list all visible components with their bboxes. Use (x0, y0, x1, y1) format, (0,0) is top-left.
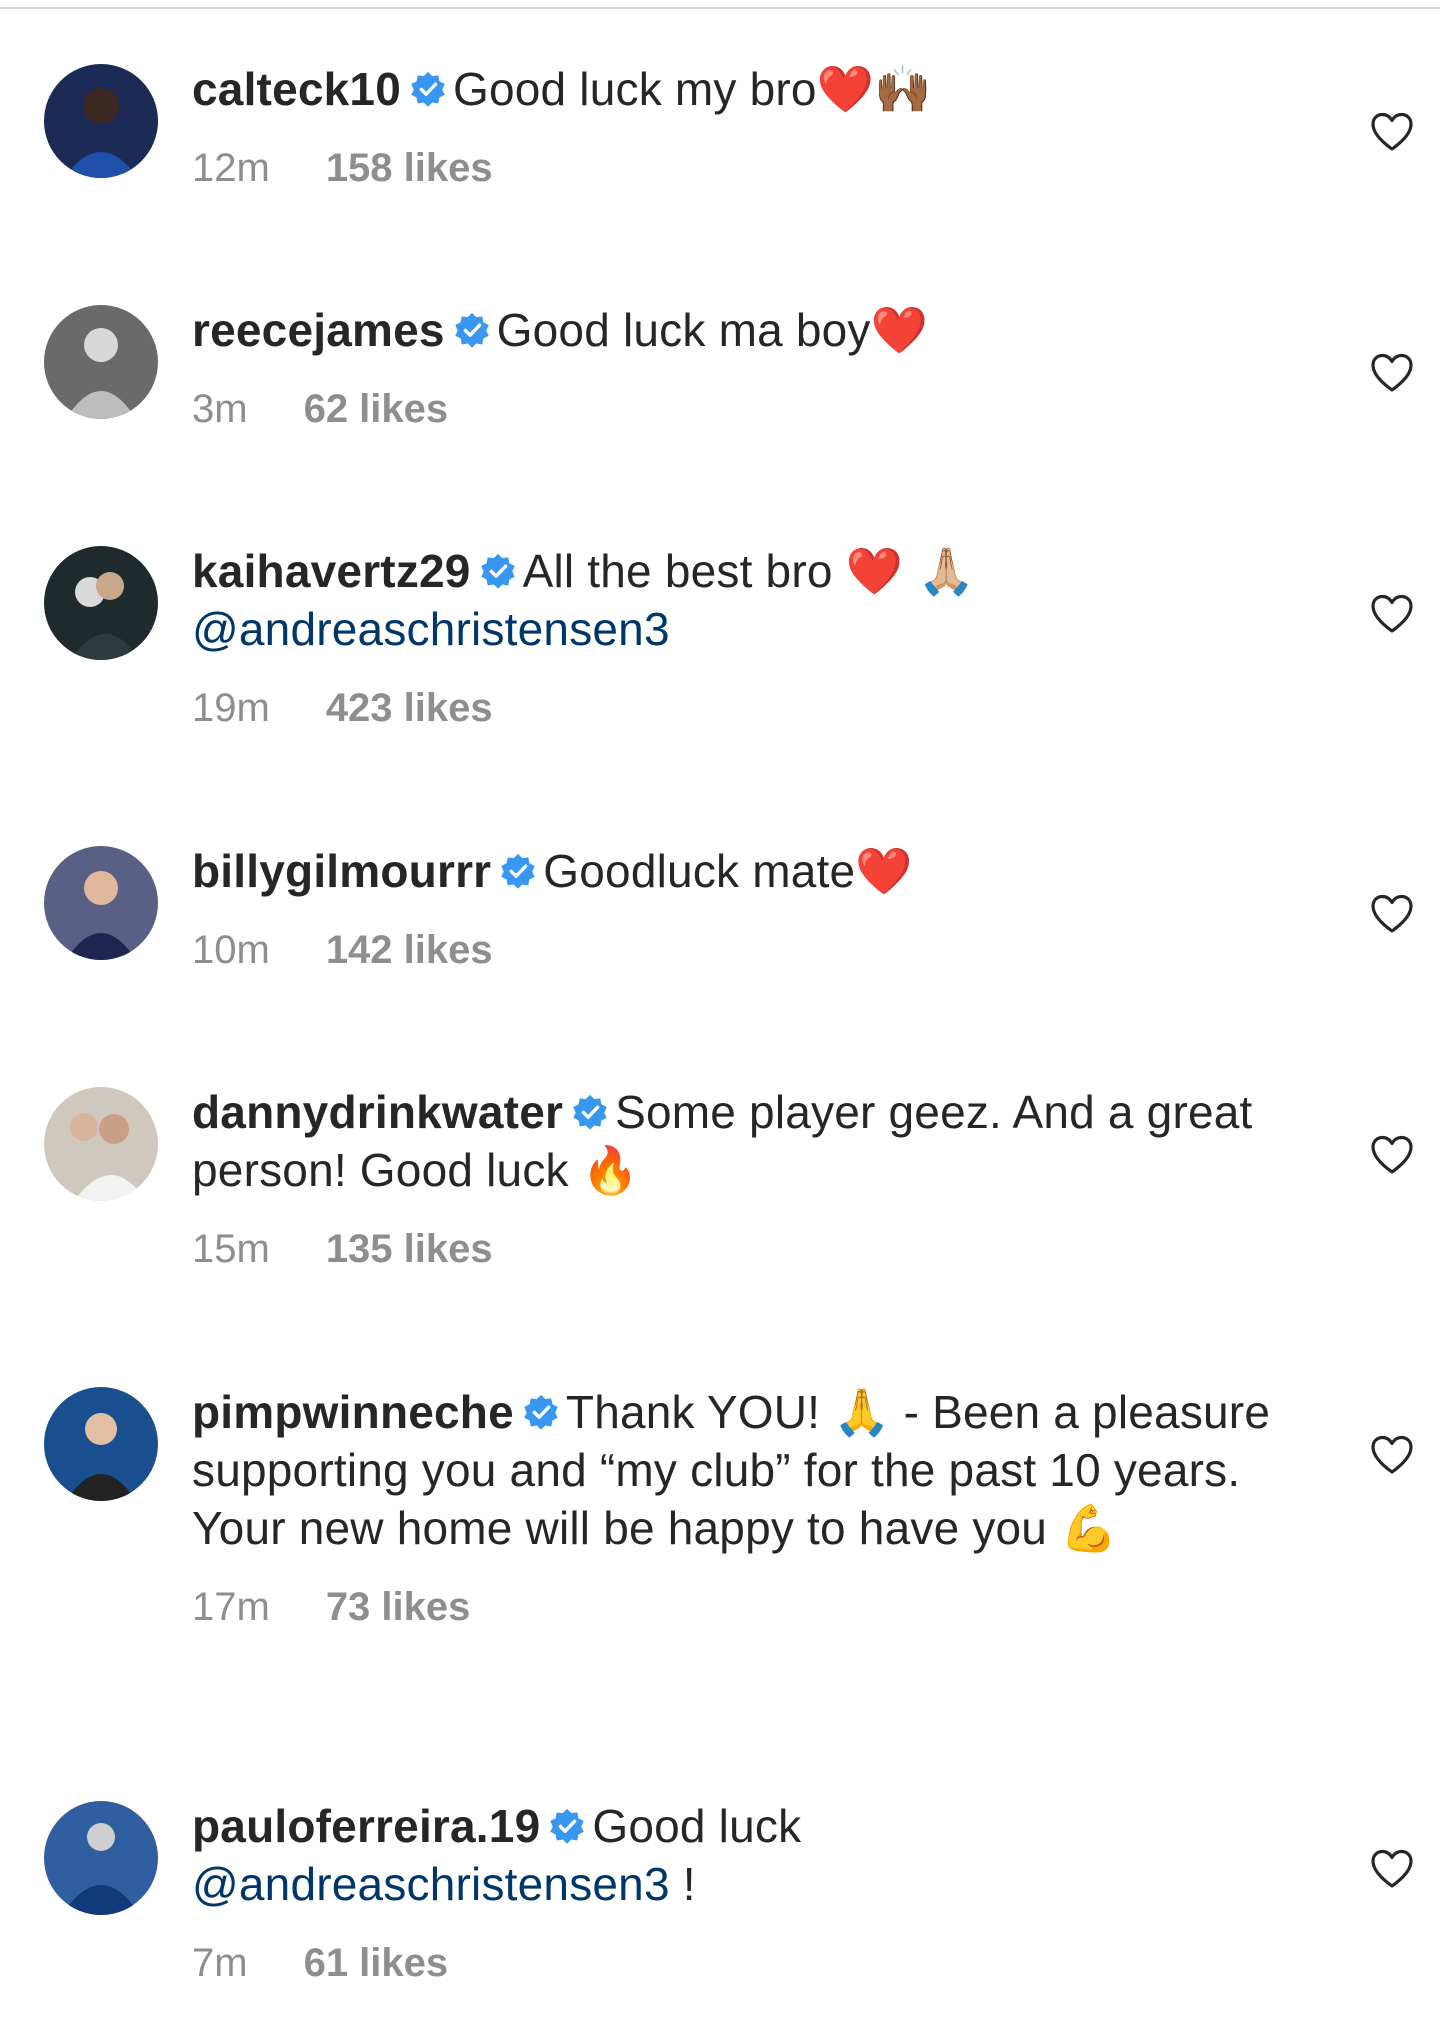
comment-emoji: ❤️ 🙏🏼 (845, 544, 976, 598)
comment-text: Good luck (592, 1800, 802, 1852)
comment-emoji: ❤️ (855, 844, 913, 898)
heart-outline-icon[interactable] (1370, 894, 1414, 934)
comment-username[interactable]: calteck10 (192, 63, 401, 115)
comment-username[interactable]: kaihavertz29 (192, 545, 471, 597)
comment-username[interactable]: pimpwinneche (192, 1386, 514, 1438)
comment-time: 12m (192, 146, 270, 190)
likes-count[interactable]: 135 likes (326, 1227, 493, 1271)
top-divider (0, 7, 1440, 9)
heart-outline-icon[interactable] (1370, 594, 1414, 634)
verified-badge-icon (573, 1094, 607, 1130)
avatar[interactable] (44, 305, 158, 419)
avatar[interactable] (44, 546, 158, 660)
heart-outline-icon[interactable] (1370, 1435, 1414, 1475)
avatar[interactable] (44, 1801, 158, 1915)
comment-time: 3m (192, 387, 248, 431)
likes-count[interactable]: 62 likes (304, 387, 449, 431)
comment-username[interactable]: pauloferreira.19 (192, 1800, 540, 1852)
comment-username[interactable]: dannydrinkwater (192, 1086, 563, 1138)
avatar[interactable] (44, 1387, 158, 1501)
comment-time: 17m (192, 1585, 270, 1629)
likes-count[interactable]: 158 likes (326, 146, 493, 190)
comment-time: 10m (192, 928, 270, 972)
comment-emoji: 🔥 (581, 1143, 640, 1197)
comment-time: 19m (192, 686, 270, 730)
comment-text: Goodluck mate (543, 845, 856, 897)
comment-emoji: 💪 (1060, 1501, 1118, 1555)
comment-text: Good luck my bro (452, 63, 817, 115)
verified-badge-icon (411, 71, 445, 107)
mention-link[interactable]: @andreaschristensen3 (192, 603, 670, 655)
comment-text: All the best bro (522, 545, 846, 597)
verified-badge-icon (524, 1394, 558, 1430)
comment-time: 15m (192, 1227, 270, 1271)
heart-outline-icon[interactable] (1370, 1849, 1414, 1889)
comment-username[interactable]: reecejames (192, 304, 445, 356)
verified-badge-icon (550, 1808, 585, 1844)
avatar[interactable] (44, 846, 158, 960)
avatar[interactable] (44, 1087, 158, 1201)
verified-badge-icon (501, 853, 536, 889)
avatar[interactable] (44, 64, 158, 178)
comment-suffix: ! (669, 1858, 696, 1910)
mention-link[interactable]: @andreaschristensen3 (192, 1858, 670, 1910)
likes-count[interactable]: 423 likes (326, 686, 493, 730)
heart-outline-icon[interactable] (1370, 1135, 1414, 1175)
comment-emoji: ❤️ (870, 303, 929, 357)
heart-outline-icon[interactable] (1370, 353, 1414, 393)
verified-badge-icon (454, 312, 489, 348)
verified-badge-icon (480, 553, 515, 589)
likes-count[interactable]: 142 likes (326, 928, 493, 972)
likes-count[interactable]: 73 likes (326, 1585, 471, 1629)
comment-username[interactable]: billygilmourrr (192, 845, 491, 897)
comment-emoji: ❤️🙌🏾 (816, 62, 932, 116)
comment-time: 7m (192, 1941, 248, 1985)
heart-outline-icon[interactable] (1370, 112, 1414, 152)
likes-count[interactable]: 61 likes (304, 1941, 449, 1985)
comment-text: Good luck ma boy (496, 304, 871, 356)
